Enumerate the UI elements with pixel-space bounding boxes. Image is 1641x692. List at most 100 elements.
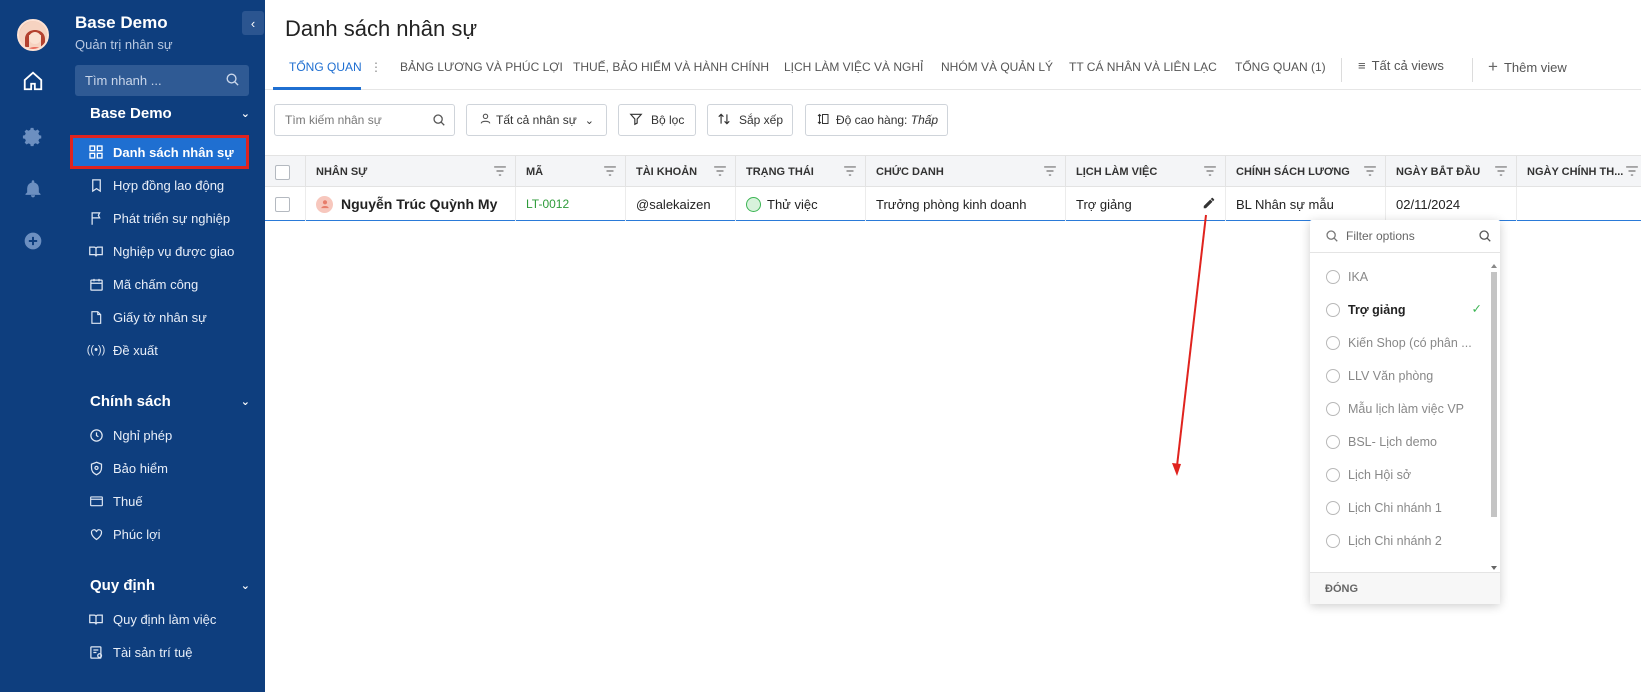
sidebar-search-input[interactable] [85,73,223,88]
tab-tong-quan-1[interactable]: TỔNG QUAN (1) [1235,60,1326,74]
sidebar-item-label: Mã chấm công [113,276,199,292]
cell-status[interactable]: Thử việc [736,187,866,221]
radio-circle [1326,534,1340,548]
column-header-ma[interactable]: MÃ [516,156,626,188]
tab-lich-lam-viec[interactable]: LỊCH LÀM VIỆC VÀ NGHỈ [784,60,923,74]
collapse-sidebar-button[interactable]: ‹ [242,11,264,35]
column-filter-icon[interactable] [603,165,617,180]
column-filter-icon[interactable] [713,165,727,180]
option-item[interactable]: Mẫu lịch làm việc VP [1326,398,1486,420]
column-filter-icon[interactable] [1494,165,1508,180]
column-filter-icon[interactable] [1363,165,1377,180]
sidebar: Base Demo Quản trị nhân sự ‹ Base Demo ⌄… [66,0,265,692]
column-filter-icon[interactable] [843,165,857,180]
all-views-label: Tất cả views [1371,58,1444,73]
option-label: Lịch Chi nhánh 2 [1348,534,1442,548]
sidebar-group-chinh-sach[interactable]: Chính sách ⌄ [90,393,250,410]
edit-pencil-icon[interactable] [1202,196,1216,213]
column-header-chinh-sach-luong[interactable]: CHÍNH SÁCH LƯƠNG [1226,156,1386,188]
tab-tong-quan[interactable]: TỔNG QUAN ⋮ [289,60,382,74]
cell-schedule[interactable]: Trợ giảng [1066,187,1226,221]
option-label: BSL- Lịch demo [1348,435,1437,449]
dropdown-scrollbar[interactable] [1490,262,1498,572]
dropdown-filter-input[interactable] [1346,229,1466,243]
option-item[interactable]: IKA [1326,266,1486,288]
sidebar-item-thue[interactable]: Thuế [72,486,247,516]
list-icon: ≡ [1358,58,1366,73]
column-header-tai-khoan[interactable]: TÀI KHOẢN [626,156,736,188]
sidebar-item-tai-san-tri-tue[interactable]: Tài sản trí tuệ [72,637,247,667]
sort-icon [717,112,731,129]
user-avatar[interactable] [17,19,49,51]
sidebar-item-hop-dong-lao-dong[interactable]: Hợp đồng lao động [72,170,247,200]
sidebar-item-bao-hiem[interactable]: Bảo hiểm [72,453,247,483]
sidebar-item-label: Giấy tờ nhân sự [113,309,207,325]
column-header-nhan-su[interactable]: NHÂN SỰ [306,156,516,188]
column-header-lich-lam-viec[interactable]: LỊCH LÀM VIỆC [1066,156,1226,188]
tab-tt-ca-nhan[interactable]: TT CÁ NHÂN VÀ LIÊN LẠC [1069,60,1217,74]
option-item[interactable]: Lịch Chi nhánh 1 [1326,497,1486,519]
option-item[interactable]: Lịch Hội sở [1326,464,1486,486]
radio-circle [1326,468,1340,482]
table-row[interactable]: Nguyễn Trúc Quỳnh My LT-0012 @salekaizen… [265,187,1641,221]
dropdown-close-button[interactable]: ĐÓNG [1310,572,1500,604]
home-icon[interactable] [21,69,45,93]
employee-search[interactable] [274,104,455,136]
tab-nhom-quan-ly[interactable]: NHÓM VÀ QUẢN LÝ [941,60,1053,74]
filter-icon [629,112,643,129]
tab-thue-bao-hiem[interactable]: THUẾ, BẢO HIỂM VÀ HÀNH CHÍNH [573,60,769,74]
column-header-trang-thai[interactable]: TRẠNG THÁI [736,156,866,188]
people-filter-dropdown[interactable]: Tất cả nhân sự ⌄ [466,104,607,136]
tab-bang-luong[interactable]: BẢNG LƯƠNG VÀ PHÚC LỢI [400,60,563,74]
option-item[interactable]: LLV Văn phòng [1326,365,1486,387]
add-view-button[interactable]: + Thêm view [1488,57,1567,77]
sidebar-item-ma-cham-cong[interactable]: Mã chấm công [72,269,247,299]
cell-account: @salekaizen [626,187,736,221]
option-label: Lịch Hội sở [1348,468,1412,482]
option-item[interactable]: BSL- Lịch demo [1326,431,1486,453]
chevron-down-icon: ⌄ [240,108,250,120]
sidebar-item-quy-dinh-lam-viec[interactable]: Quy định làm việc [72,604,247,634]
column-filter-icon[interactable] [1625,165,1639,180]
sidebar-item-giay-to-nhan-su[interactable]: Giấy tờ nhân sự [72,302,247,332]
bell-icon[interactable] [21,177,45,201]
sidebar-item-label: Phúc lợi [113,526,161,542]
filter-button[interactable]: Bộ lọc [618,104,696,136]
column-filter-icon[interactable] [1203,165,1217,180]
sidebar-item-nghiep-vu-duoc-giao[interactable]: Nghiệp vụ được giao [72,236,247,266]
sidebar-item-label: Danh sách nhân sự [113,144,234,160]
status-label: Thử việc [767,196,818,212]
option-item[interactable]: Lịch Chi nhánh 2 [1326,530,1486,552]
sort-button[interactable]: Sắp xếp [707,104,793,136]
sidebar-item-nghi-phep[interactable]: Nghỉ phép [72,420,247,450]
sidebar-group-quy-dinh[interactable]: Quy định ⌄ [90,577,250,594]
cell-employee[interactable]: Nguyễn Trúc Quỳnh My [306,187,516,221]
settings-icon[interactable] [21,125,45,149]
row-height-label: Độ cao hàng: [836,113,908,127]
column-filter-icon[interactable] [1043,165,1057,180]
option-item[interactable]: Kiến Shop (có phân ... [1326,332,1486,354]
document-icon [87,308,105,326]
sidebar-group-base-demo[interactable]: Base Demo ⌄ [90,105,250,122]
column-header-chuc-danh[interactable]: CHỨC DANH [866,156,1066,188]
dropdown-filter[interactable] [1310,220,1500,253]
select-all-checkbox[interactable] [275,164,290,180]
employee-search-input[interactable] [285,113,425,127]
sidebar-item-danh-sach-nhan-su[interactable]: Danh sách nhân sự [70,135,249,169]
sidebar-search[interactable] [75,65,249,96]
sidebar-item-phat-trien-su-nghiep[interactable]: Phát triển sự nghiệp [72,203,247,233]
sidebar-item-phuc-loi[interactable]: Phúc lợi [72,519,247,549]
all-views-button[interactable]: ≡ Tất cả views [1358,58,1444,73]
search-icon[interactable] [1478,229,1492,248]
column-header-ngay-bat-dau[interactable]: NGÀY BẮT ĐẦU [1386,156,1517,188]
row-checkbox[interactable] [275,196,290,212]
row-height-button[interactable]: Độ cao hàng: Thấp [805,104,948,136]
chevron-left-icon: ‹ [250,15,256,31]
tab-label: TỔNG QUAN [289,60,362,74]
add-circle-icon[interactable] [21,229,45,253]
option-item-selected[interactable]: Trợ giảng ✓ [1326,299,1486,321]
column-header-ngay-chinh-thuc[interactable]: NGÀY CHÍNH TH... [1517,156,1641,188]
more-vertical-icon[interactable]: ⋮ [370,60,382,74]
column-filter-icon[interactable] [493,165,507,180]
sidebar-item-de-xuat[interactable]: ((•)) Đề xuất [72,335,247,365]
